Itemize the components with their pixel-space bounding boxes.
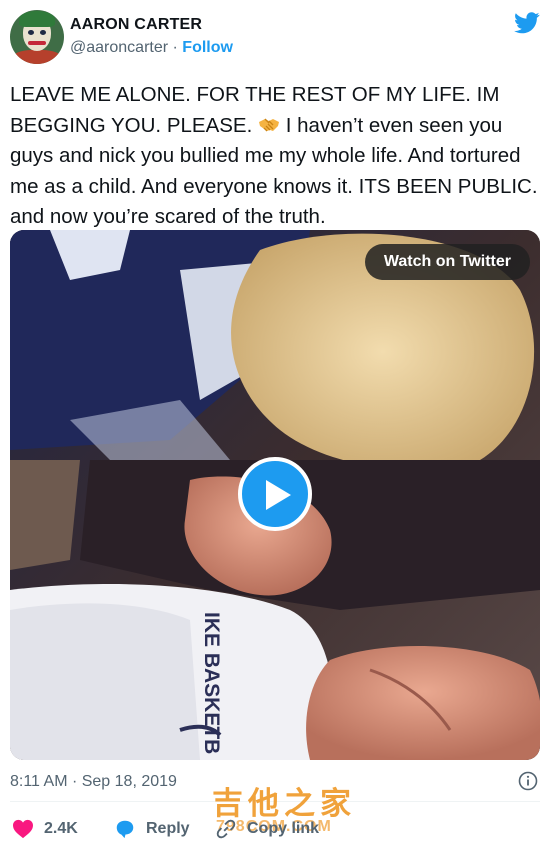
- embedded-tweet: AARON CARTER @aaroncarter · Follow LEAVE…: [0, 0, 554, 848]
- watch-on-twitter-button[interactable]: Watch on Twitter: [364, 244, 530, 280]
- handshake-emoji-icon: [259, 118, 279, 131]
- like-button[interactable]: 2.4K: [12, 817, 78, 841]
- like-count: 2.4K: [44, 820, 78, 837]
- shirt-text: IKE BASKETB: [200, 612, 223, 754]
- handle-separator: ·: [172, 39, 178, 56]
- reply-label: Reply: [146, 820, 190, 837]
- author-display-name[interactable]: AARON CARTER: [70, 16, 202, 34]
- author-handle-row: @aaroncarter · Follow: [70, 39, 233, 57]
- video-player[interactable]: IKE BASKETB Watch on Twitter: [10, 230, 540, 760]
- author-handle[interactable]: @aaroncarter: [70, 39, 168, 56]
- heart-icon: [13, 819, 33, 839]
- tweet-text: LEAVE ME ALONE. FOR THE REST OF MY LIFE.…: [10, 80, 540, 233]
- avatar[interactable]: [10, 10, 64, 64]
- info-icon[interactable]: [518, 771, 538, 791]
- follow-button[interactable]: Follow: [182, 39, 233, 56]
- reply-bubble-icon: [116, 820, 134, 839]
- twitter-bird-icon[interactable]: [514, 12, 540, 34]
- copy-link-label: Copy link: [247, 820, 320, 837]
- play-icon: [266, 480, 291, 510]
- link-icon: [216, 819, 236, 839]
- reply-button[interactable]: Reply: [114, 817, 190, 841]
- play-button[interactable]: [238, 457, 312, 531]
- tweet-timestamp[interactable]: 8:11 AM · Sep 18, 2019: [10, 773, 177, 791]
- copy-link-button[interactable]: Copy link: [215, 817, 319, 841]
